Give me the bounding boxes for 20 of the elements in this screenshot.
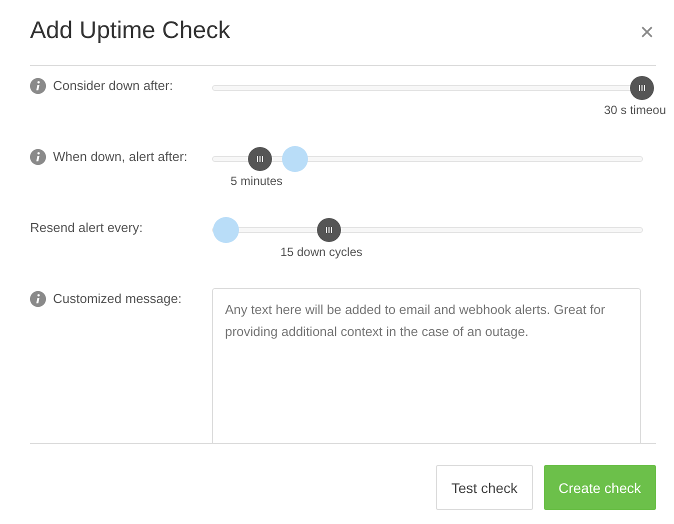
dialog-title: Add Uptime Check xyxy=(30,16,230,46)
slider-handle[interactable] xyxy=(212,217,239,243)
slider-thumb[interactable] xyxy=(630,76,654,100)
slider-value: 15 down cycles xyxy=(280,245,362,259)
info-icon[interactable] xyxy=(30,78,46,94)
info-icon[interactable] xyxy=(30,291,46,307)
message-label: Customized message: xyxy=(53,291,182,306)
slider-label: When down, alert after: xyxy=(53,149,188,164)
slider-label: Resend alert every: xyxy=(30,220,143,235)
slider-thumb[interactable] xyxy=(316,218,341,242)
close-button[interactable]: × xyxy=(638,18,656,46)
slider-value: 30 s timeou xyxy=(604,103,666,117)
create-button[interactable]: Create check xyxy=(544,465,656,510)
slider-handle[interactable] xyxy=(282,146,308,172)
slider-thumb[interactable] xyxy=(248,147,272,171)
slider-label: Consider down after: xyxy=(53,78,173,93)
slider-value: 5 minutes xyxy=(230,174,283,188)
message-field[interactable]: Any text here will be added to email and webhook alerts. Great for providing additional context in the case of an outage. xyxy=(212,288,641,443)
info-icon[interactable] xyxy=(30,149,46,165)
test-button[interactable]: Test check xyxy=(436,465,533,510)
